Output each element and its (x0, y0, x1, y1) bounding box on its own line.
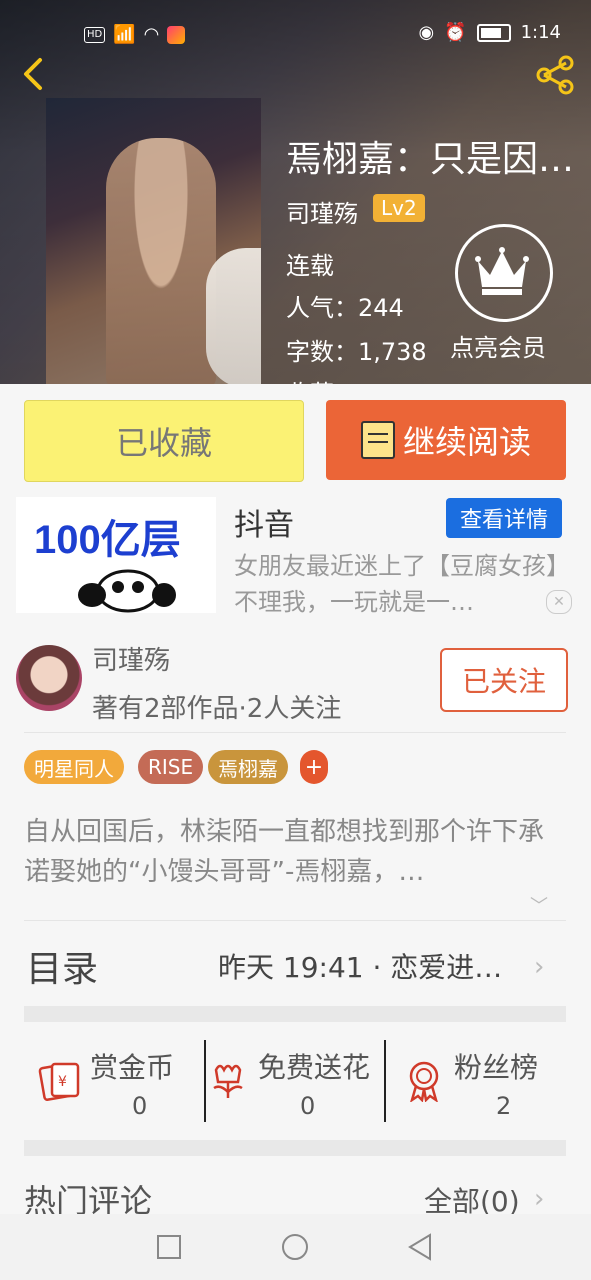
chevron-down-icon[interactable]: ﹀ (530, 892, 550, 917)
catalog-label[interactable]: 目录 (26, 940, 98, 992)
signal-icon: 📶 (113, 24, 136, 45)
eye-icon: ◉ (418, 22, 435, 43)
send-flower-value: 0 (300, 1092, 316, 1120)
book-favorites: 收藏：0 (286, 374, 373, 384)
crown-icon (475, 247, 529, 295)
cover-wing (206, 248, 261, 384)
wifi-icon: ◠ (143, 24, 160, 45)
ad-detail-button[interactable]: 查看详情 (446, 498, 562, 538)
ad-app-name: 抖音 (234, 508, 294, 543)
continue-reading-button[interactable]: 继续阅读 (326, 400, 566, 480)
alarm-icon: ⏰ (444, 22, 467, 43)
continue-reading-label: 继续阅读 (402, 423, 531, 461)
book-header: HD 📶 ◠ ◉ ⏰ 1:14 焉栩嘉：只是因… 司瑾殇 Lv2 连载 人气：2… (0, 0, 591, 384)
follow-button[interactable]: 已关注 (440, 648, 568, 712)
membership-button[interactable] (455, 224, 553, 322)
membership-label[interactable]: 点亮会员 (450, 328, 546, 363)
divider (384, 1040, 386, 1122)
back-button[interactable] (14, 54, 54, 94)
author-info: 著有2部作品·2人关注 (92, 694, 342, 724)
share-button[interactable] (532, 52, 578, 98)
clock: 1:14 (520, 22, 561, 43)
status-bar: HD 📶 ◠ ◉ ⏰ 1:14 (0, 0, 591, 62)
send-flower-label: 免费送花 (258, 1051, 371, 1084)
collected-label: 已收藏 (115, 424, 212, 462)
ad-description[interactable]: 女朋友最近迷上了【豆腐女孩】不理我，一玩就是一… (234, 548, 570, 620)
divider (24, 920, 566, 921)
recent-apps-icon[interactable] (156, 1234, 182, 1260)
section-gap (24, 1140, 566, 1156)
catalog-latest[interactable]: 昨天 19:41 · 恋爱进… (218, 946, 518, 986)
red-envelope-icon: ¥ (38, 1062, 80, 1101)
ad-image-text: 100亿层 (34, 518, 181, 562)
book-word-count: 字数：1,738 (286, 338, 427, 366)
book-status: 连载 (286, 252, 334, 280)
tag-mingxing[interactable]: 明星同人 (24, 750, 124, 784)
fan-ranking-value: 2 (496, 1092, 512, 1120)
flower-icon (213, 1064, 243, 1098)
book-description[interactable]: 自从回国后，林柒陌一直都想找到那个许下承诺娶她的“小馒头哥哥”-焉栩嘉，… (24, 812, 564, 892)
book-popularity: 人气：244 (286, 294, 404, 322)
medal-icon (409, 1061, 439, 1102)
home-icon[interactable] (281, 1233, 309, 1261)
system-nav-bar (0, 1214, 591, 1280)
author-avatar[interactable] (16, 645, 82, 711)
tag-yanxujia[interactable]: 焉栩嘉 (208, 750, 288, 784)
chevron-left-icon (24, 58, 42, 90)
book-cover[interactable] (46, 98, 261, 384)
cover-figure (106, 138, 216, 384)
nav-back-icon[interactable] (406, 1233, 434, 1261)
reward-coins-value: 0 (132, 1092, 148, 1120)
fan-ranking-label: 粉丝榜 (454, 1051, 539, 1084)
share-icon (536, 55, 574, 95)
svg-text:¥: ¥ (58, 1074, 67, 1090)
ad-close-icon[interactable]: ✕ (546, 590, 572, 614)
battery-icon (476, 23, 511, 42)
follow-label: 已关注 (461, 665, 546, 698)
hd-indicator: HD (84, 26, 106, 43)
book-author[interactable]: 司瑾殇 (286, 194, 358, 229)
ad-image[interactable]: 100亿层 (16, 497, 216, 613)
book-icon (360, 421, 395, 459)
collected-button[interactable]: 已收藏 (24, 400, 304, 482)
author-level-badge: Lv2 (373, 194, 425, 222)
app-notification-icon (167, 25, 186, 44)
panda-meme-icon (78, 569, 176, 613)
section-gap (24, 1006, 566, 1022)
chevron-right-icon[interactable]: › (534, 1184, 544, 1214)
reward-coins-label: 赏金币 (90, 1051, 175, 1084)
status-right: ◉ ⏰ 1:14 (418, 22, 561, 43)
divider (24, 732, 566, 733)
status-left: HD 📶 ◠ (84, 24, 186, 45)
book-title: 焉栩嘉：只是因… (286, 139, 575, 180)
author-name[interactable]: 司瑾殇 (92, 640, 170, 677)
tag-rise[interactable]: RISE (138, 750, 204, 784)
add-tag-button[interactable]: + (300, 750, 328, 784)
chevron-right-icon[interactable]: › (534, 952, 544, 982)
